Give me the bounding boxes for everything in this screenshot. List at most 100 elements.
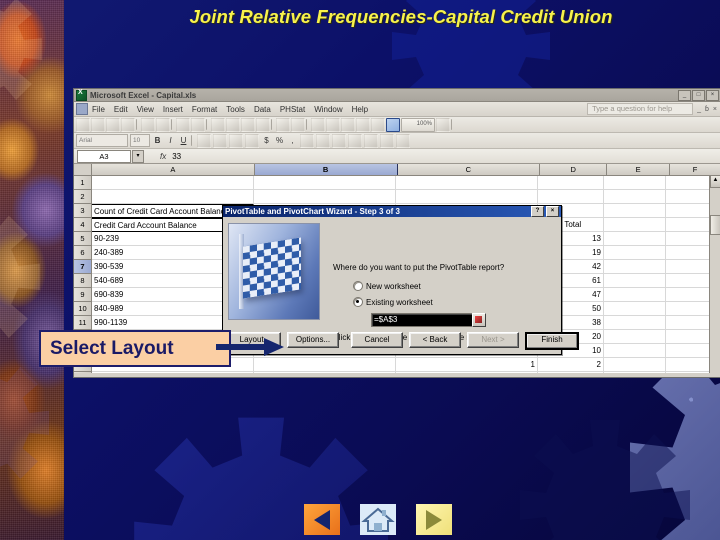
- sort-ascending-icon[interactable]: [341, 117, 355, 132]
- redo-icon[interactable]: [291, 117, 305, 132]
- autosum-icon[interactable]: [326, 117, 340, 132]
- font-color-icon[interactable]: [396, 133, 410, 148]
- insert-function-icon[interactable]: fx: [160, 152, 166, 161]
- column-header-c[interactable]: C: [397, 164, 541, 175]
- bold-icon[interactable]: B: [152, 135, 163, 146]
- cell-e14[interactable]: [604, 358, 666, 372]
- align-right-icon[interactable]: [229, 133, 243, 148]
- row-header-6[interactable]: 6: [74, 246, 92, 260]
- select-all-corner[interactable]: [74, 164, 92, 175]
- research-icon[interactable]: [191, 117, 205, 132]
- print-icon[interactable]: [141, 117, 155, 132]
- workbook-close-button[interactable]: ×: [713, 106, 717, 113]
- formula-bar-value[interactable]: 33: [172, 152, 181, 161]
- help-icon[interactable]: [436, 117, 450, 132]
- row-header-4[interactable]: 4: [74, 218, 92, 232]
- cell-e5[interactable]: [604, 232, 666, 246]
- range-picker-icon[interactable]: [472, 313, 486, 327]
- workbook-restore-button[interactable]: ɓ: [705, 106, 709, 113]
- row-header-5[interactable]: 5: [74, 232, 92, 246]
- cell-d16[interactable]: 300: [538, 372, 604, 373]
- cell-e2[interactable]: [604, 190, 666, 204]
- menu-item-insert[interactable]: Insert: [163, 105, 183, 114]
- cell-a16[interactable]: [92, 372, 254, 373]
- increase-indent-icon[interactable]: [348, 133, 362, 148]
- nav-home-button[interactable]: [360, 504, 396, 535]
- menu-item-view[interactable]: View: [137, 105, 154, 114]
- help-button[interactable]: ?: [531, 206, 544, 217]
- cell-d2[interactable]: [538, 190, 604, 204]
- cell-e8[interactable]: [604, 274, 666, 288]
- nav-back-button[interactable]: [304, 504, 340, 535]
- cell-b14[interactable]: [254, 358, 396, 372]
- fill-color-icon[interactable]: [380, 133, 394, 148]
- column-header-a[interactable]: A: [91, 164, 255, 175]
- radio-new-worksheet[interactable]: New worksheet: [353, 281, 421, 291]
- merge-cells-icon[interactable]: [245, 133, 259, 148]
- row-header-16[interactable]: 16: [74, 372, 92, 373]
- cell-e3[interactable]: [604, 204, 666, 218]
- scrollbar-thumb[interactable]: [710, 215, 720, 235]
- cancel-button[interactable]: Cancel: [351, 332, 403, 348]
- column-header-e[interactable]: E: [607, 164, 671, 175]
- menu-item-file[interactable]: File: [92, 105, 105, 114]
- cell-e1[interactable]: [604, 176, 666, 190]
- vertical-scrollbar[interactable]: ▲: [709, 175, 720, 373]
- cut-icon[interactable]: [211, 117, 225, 132]
- drawing-icon[interactable]: [386, 117, 400, 132]
- cell-b16[interactable]: [254, 372, 396, 373]
- new-icon[interactable]: [76, 117, 90, 132]
- format-painter-icon[interactable]: [256, 117, 270, 132]
- zoom-level-box[interactable]: 100%: [401, 117, 435, 132]
- close-icon[interactable]: ×: [546, 206, 559, 217]
- name-box-chevron-down-icon[interactable]: ▾: [132, 149, 144, 163]
- row-header-2[interactable]: 2: [74, 190, 92, 204]
- cell-b1[interactable]: [254, 176, 396, 190]
- save-icon[interactable]: [106, 117, 120, 132]
- row-header-8[interactable]: 8: [74, 274, 92, 288]
- options-button[interactable]: Options...: [287, 332, 339, 348]
- menu-item-phstat[interactable]: PHStat: [280, 105, 305, 114]
- radio-selected-icon[interactable]: [353, 297, 363, 307]
- column-header-b[interactable]: B: [254, 164, 398, 175]
- column-header-f[interactable]: F: [670, 164, 720, 175]
- row-header-1[interactable]: 1: [74, 176, 92, 190]
- minimize-button[interactable]: _: [678, 89, 691, 101]
- row-header-10[interactable]: 10: [74, 302, 92, 316]
- menu-item-window[interactable]: Window: [314, 105, 342, 114]
- increase-decimal-icon[interactable]: [300, 133, 314, 148]
- cell-d14[interactable]: 2: [538, 358, 604, 372]
- underline-icon[interactable]: U: [178, 135, 189, 146]
- row-header-9[interactable]: 9: [74, 288, 92, 302]
- close-button[interactable]: ×: [706, 89, 719, 101]
- chart-wizard-icon[interactable]: [371, 117, 385, 132]
- cell-e9[interactable]: [604, 288, 666, 302]
- decrease-decimal-icon[interactable]: [316, 133, 330, 148]
- name-box[interactable]: A3: [77, 149, 131, 163]
- paste-icon[interactable]: [241, 117, 255, 132]
- cell-e11[interactable]: [604, 316, 666, 330]
- row-header-3[interactable]: 3: [74, 204, 92, 218]
- back-button[interactable]: < Back: [409, 332, 461, 348]
- print-preview-icon[interactable]: [156, 117, 170, 132]
- cell-c1[interactable]: [396, 176, 538, 190]
- font-size-box[interactable]: 10: [130, 134, 150, 147]
- menu-item-help[interactable]: Help: [352, 105, 368, 114]
- workbook-minimize-button[interactable]: _: [697, 106, 701, 113]
- percent-icon[interactable]: %: [274, 135, 285, 146]
- menu-item-data[interactable]: Data: [254, 105, 271, 114]
- menu-item-tools[interactable]: Tools: [226, 105, 245, 114]
- nav-forward-button[interactable]: [416, 504, 452, 535]
- cell-c2[interactable]: [396, 190, 538, 204]
- cell-d1[interactable]: [538, 176, 604, 190]
- cell-a2[interactable]: [92, 190, 254, 204]
- menu-item-edit[interactable]: Edit: [114, 105, 128, 114]
- cell-e10[interactable]: [604, 302, 666, 316]
- italic-icon[interactable]: I: [165, 135, 176, 146]
- cell-a1[interactable]: [92, 176, 254, 190]
- scrollbar-track[interactable]: [710, 187, 720, 361]
- cell-e12[interactable]: [604, 330, 666, 344]
- cell-e7[interactable]: [604, 260, 666, 274]
- cell-e6[interactable]: [604, 246, 666, 260]
- finish-button[interactable]: Finish: [525, 332, 579, 350]
